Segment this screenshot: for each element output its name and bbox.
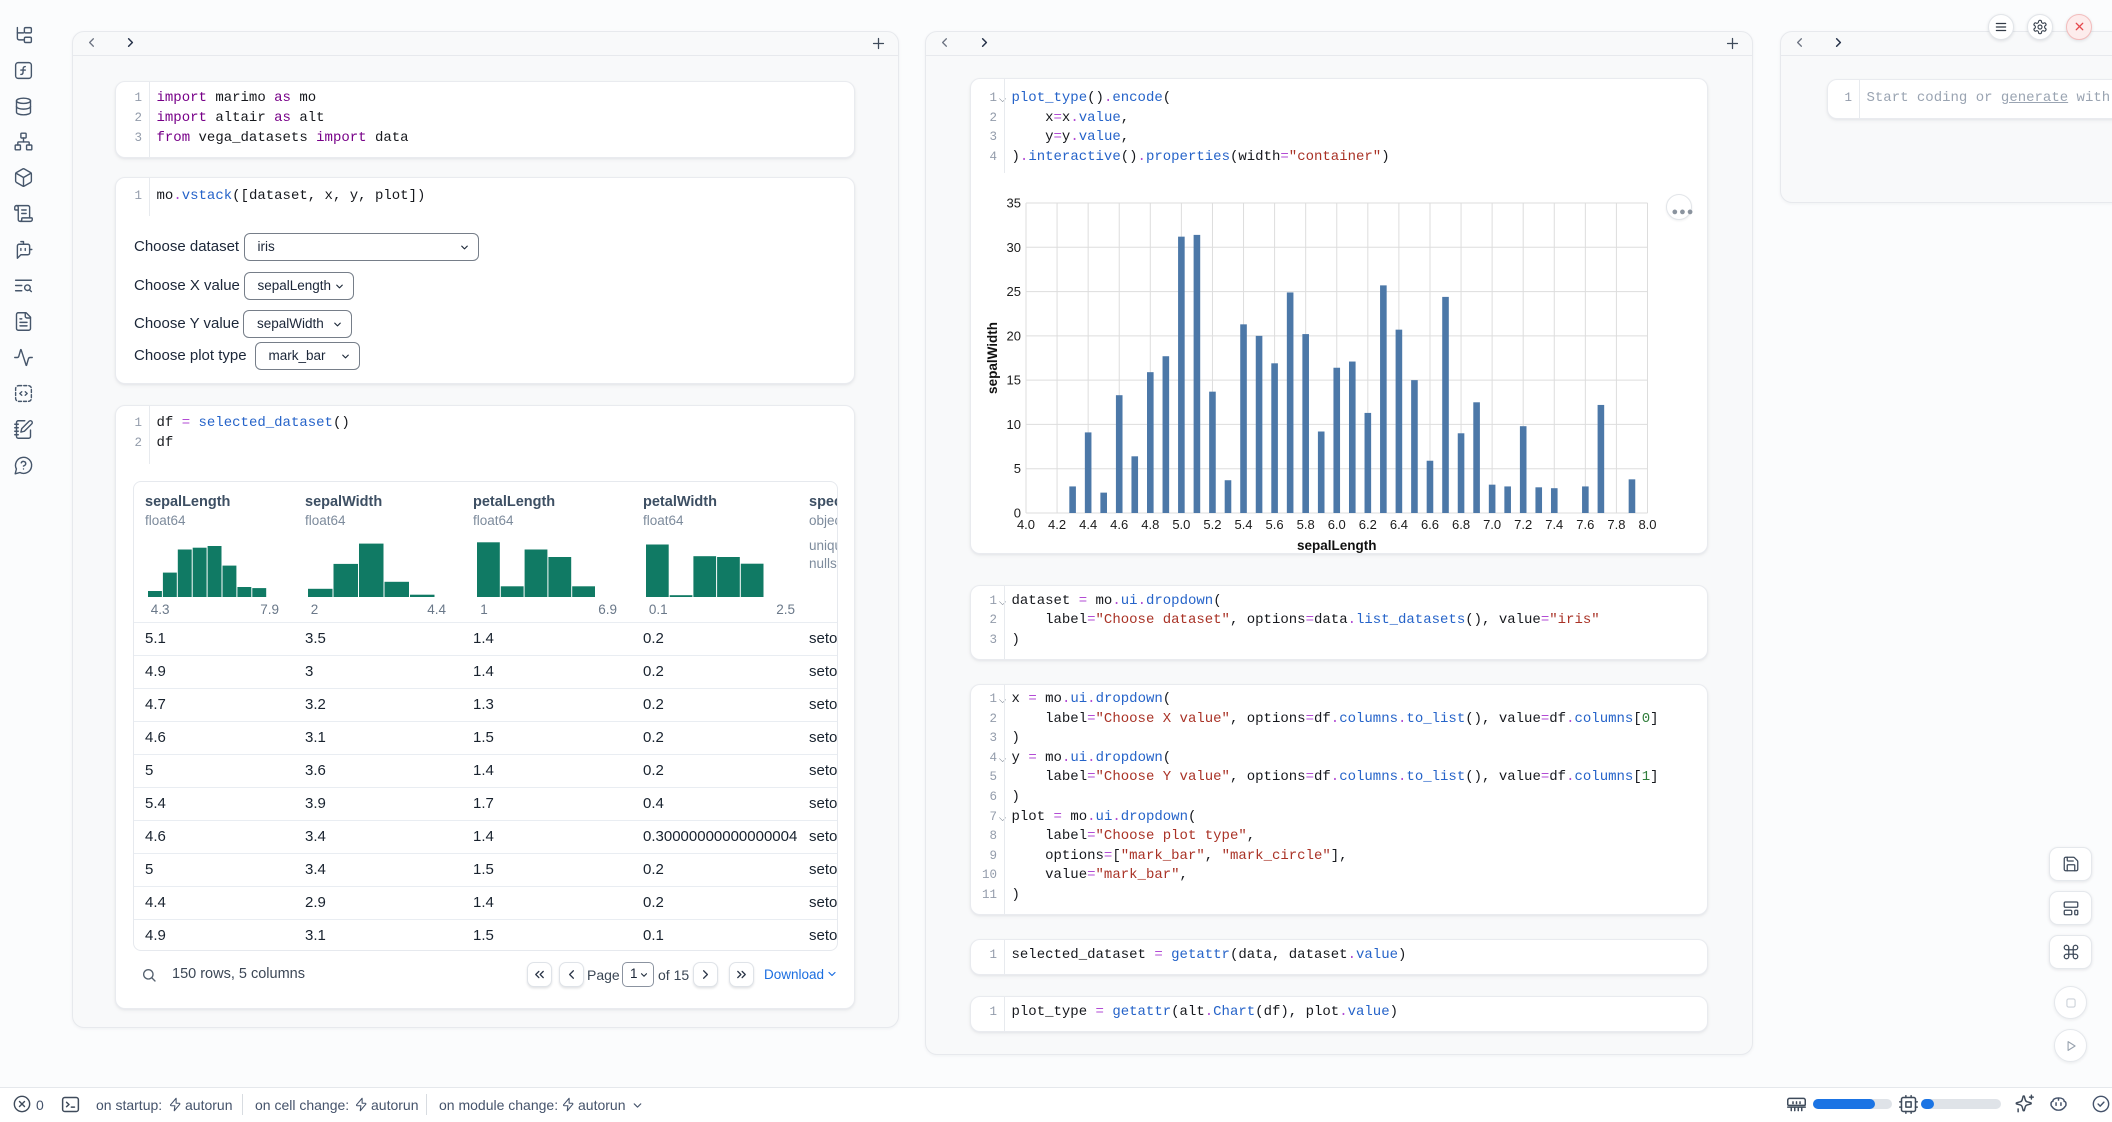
svg-text:30: 30 [1007,240,1021,255]
svg-text:6.8: 6.8 [1452,517,1470,532]
svg-text:25: 25 [1007,284,1021,299]
svg-text:0: 0 [1014,506,1021,521]
svg-text:5.8: 5.8 [1297,517,1315,532]
svg-text:sepalLength: sepalLength [1297,538,1377,553]
svg-text:6.0: 6.0 [1328,517,1346,532]
svg-text:5.6: 5.6 [1266,517,1284,532]
svg-text:4.4: 4.4 [1079,517,1097,532]
svg-text:6.6: 6.6 [1421,517,1439,532]
svg-text:7.0: 7.0 [1483,517,1501,532]
svg-text:5.4: 5.4 [1234,517,1252,532]
svg-text:10: 10 [1007,417,1021,432]
svg-text:4.2: 4.2 [1048,517,1066,532]
svg-text:15: 15 [1007,373,1021,388]
svg-text:6.4: 6.4 [1390,517,1408,532]
svg-text:7.8: 7.8 [1607,517,1625,532]
svg-text:7.6: 7.6 [1576,517,1594,532]
svg-text:6.2: 6.2 [1359,517,1377,532]
svg-text:4.8: 4.8 [1141,517,1159,532]
svg-text:8.0: 8.0 [1638,517,1656,532]
svg-text:5.2: 5.2 [1203,517,1221,532]
svg-text:20: 20 [1007,328,1021,343]
svg-text:5.0: 5.0 [1172,517,1190,532]
svg-text:5: 5 [1014,461,1021,476]
svg-text:7.2: 7.2 [1514,517,1532,532]
svg-text:4.6: 4.6 [1110,517,1128,532]
svg-text:35: 35 [1007,196,1021,211]
svg-text:7.4: 7.4 [1545,517,1563,532]
svg-text:sepalWidth: sepalWidth [985,322,1000,394]
